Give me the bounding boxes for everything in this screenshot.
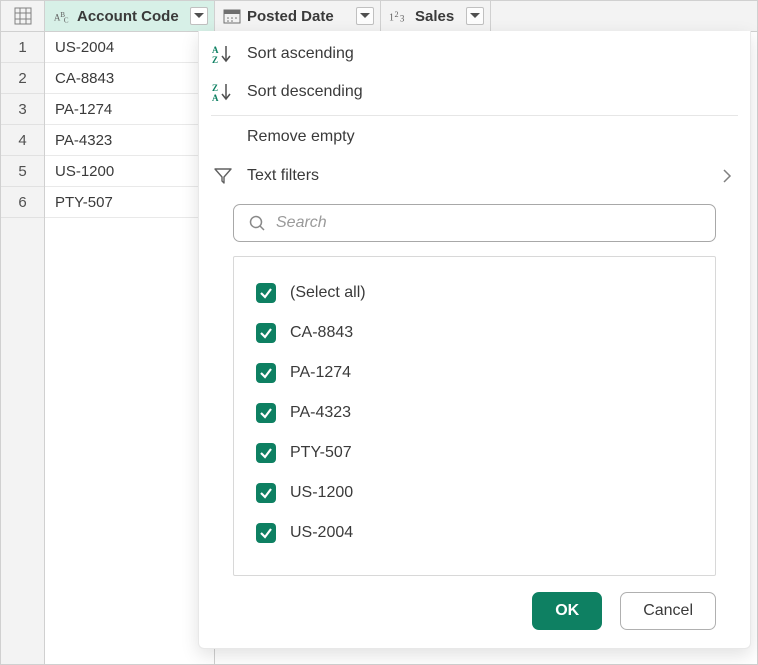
data-cell[interactable]: PA-4323	[45, 125, 214, 156]
check-icon	[259, 326, 273, 340]
column-label: Sales	[415, 8, 454, 25]
search-input-wrapper[interactable]	[233, 204, 716, 242]
check-icon	[259, 286, 273, 300]
filter-value-label: (Select all)	[290, 284, 366, 302]
query-editor: A B C Account Code	[0, 0, 758, 665]
menu-label: Text filters	[247, 167, 319, 185]
number-type-icon: 1 2 3	[389, 8, 409, 24]
sort-descending-item[interactable]: Z A Sort descending	[199, 73, 750, 111]
data-cell[interactable]: US-2004	[45, 32, 214, 63]
chevron-down-icon	[194, 13, 204, 19]
menu-label: Sort ascending	[247, 45, 354, 63]
filter-value-label: PA-1274	[290, 364, 351, 382]
checkbox-checked[interactable]	[256, 483, 276, 503]
filter-value-label: PTY-507	[290, 444, 352, 462]
row-number[interactable]: 1	[1, 32, 44, 63]
filter-dropdown-panel: A Z Sort ascending Z A	[198, 31, 751, 649]
table-corner[interactable]	[1, 1, 45, 31]
filter-dropdown-button[interactable]	[356, 7, 374, 25]
filter-value-label: US-2004	[290, 524, 353, 542]
filter-item[interactable]: US-2004	[256, 513, 693, 553]
search-icon	[248, 214, 266, 232]
check-icon	[259, 486, 273, 500]
filter-value-label: CA-8843	[290, 324, 353, 342]
check-icon	[259, 446, 273, 460]
chevron-right-icon	[722, 168, 732, 184]
row-number[interactable]: 3	[1, 94, 44, 125]
row-number[interactable]: 2	[1, 63, 44, 94]
data-cell[interactable]: PA-1274	[45, 94, 214, 125]
checkbox-checked[interactable]	[256, 363, 276, 383]
svg-text:3: 3	[400, 13, 405, 23]
checkbox-checked[interactable]	[256, 443, 276, 463]
svg-text:C: C	[64, 16, 69, 24]
filter-item[interactable]: CA-8843	[256, 313, 693, 353]
dialog-button-row: OK Cancel	[199, 592, 750, 630]
filter-value-label: PA-4323	[290, 404, 351, 422]
svg-text:Z: Z	[212, 83, 218, 93]
filter-dropdown-button[interactable]	[190, 7, 208, 25]
check-icon	[259, 366, 273, 380]
filter-value-label: US-1200	[290, 484, 353, 502]
svg-text:Z: Z	[212, 55, 218, 64]
date-type-icon	[223, 8, 241, 24]
sort-asc-icon: A Z	[211, 44, 235, 64]
chevron-down-icon	[360, 13, 370, 19]
column-header-row: A B C Account Code	[1, 1, 757, 32]
column-header-account-code[interactable]: A B C Account Code	[45, 1, 215, 31]
menu-divider	[211, 115, 738, 116]
sort-desc-icon: Z A	[211, 82, 235, 102]
column-label: Account Code	[77, 8, 179, 25]
checkbox-checked[interactable]	[256, 283, 276, 303]
svg-text:A: A	[212, 93, 219, 102]
row-number[interactable]: 6	[1, 187, 44, 218]
filter-values-list: (Select all) CA-8843 PA-1274 PA-4323	[233, 256, 716, 576]
table-icon	[14, 7, 32, 25]
filter-dropdown-button[interactable]	[466, 7, 484, 25]
filter-item-select-all[interactable]: (Select all)	[256, 273, 693, 313]
remove-empty-item[interactable]: Remove empty	[199, 118, 750, 156]
checkbox-checked[interactable]	[256, 403, 276, 423]
menu-label: Sort descending	[247, 83, 363, 101]
check-icon	[259, 406, 273, 420]
column-header-posted-date[interactable]: Posted Date	[215, 1, 381, 31]
column-label: Posted Date	[247, 8, 334, 25]
filter-item[interactable]: PTY-507	[256, 433, 693, 473]
data-column-account-code: US-2004 CA-8843 PA-1274 PA-4323 US-1200 …	[45, 32, 215, 664]
filter-item[interactable]: PA-4323	[256, 393, 693, 433]
check-icon	[259, 526, 273, 540]
funnel-icon	[211, 166, 235, 186]
svg-text:2: 2	[394, 10, 398, 19]
row-number[interactable]: 4	[1, 125, 44, 156]
menu-label: Remove empty	[247, 128, 355, 146]
checkbox-checked[interactable]	[256, 323, 276, 343]
svg-text:1: 1	[389, 13, 394, 24]
row-number-gutter: 1 2 3 4 5 6	[1, 32, 45, 664]
search-input[interactable]	[276, 214, 701, 232]
svg-text:A: A	[212, 45, 219, 55]
cancel-button[interactable]: Cancel	[620, 592, 716, 630]
data-cell[interactable]: CA-8843	[45, 63, 214, 94]
row-number[interactable]: 5	[1, 156, 44, 187]
chevron-down-icon	[470, 13, 480, 19]
filter-item[interactable]: US-1200	[256, 473, 693, 513]
ok-button[interactable]: OK	[532, 592, 602, 630]
data-cell[interactable]: US-1200	[45, 156, 214, 187]
text-filters-item[interactable]: Text filters	[199, 156, 750, 196]
text-type-icon: A B C	[53, 8, 71, 24]
sort-ascending-item[interactable]: A Z Sort ascending	[199, 35, 750, 73]
column-header-sales[interactable]: 1 2 3 Sales	[381, 1, 491, 31]
filter-item[interactable]: PA-1274	[256, 353, 693, 393]
data-cell[interactable]: PTY-507	[45, 187, 214, 218]
checkbox-checked[interactable]	[256, 523, 276, 543]
